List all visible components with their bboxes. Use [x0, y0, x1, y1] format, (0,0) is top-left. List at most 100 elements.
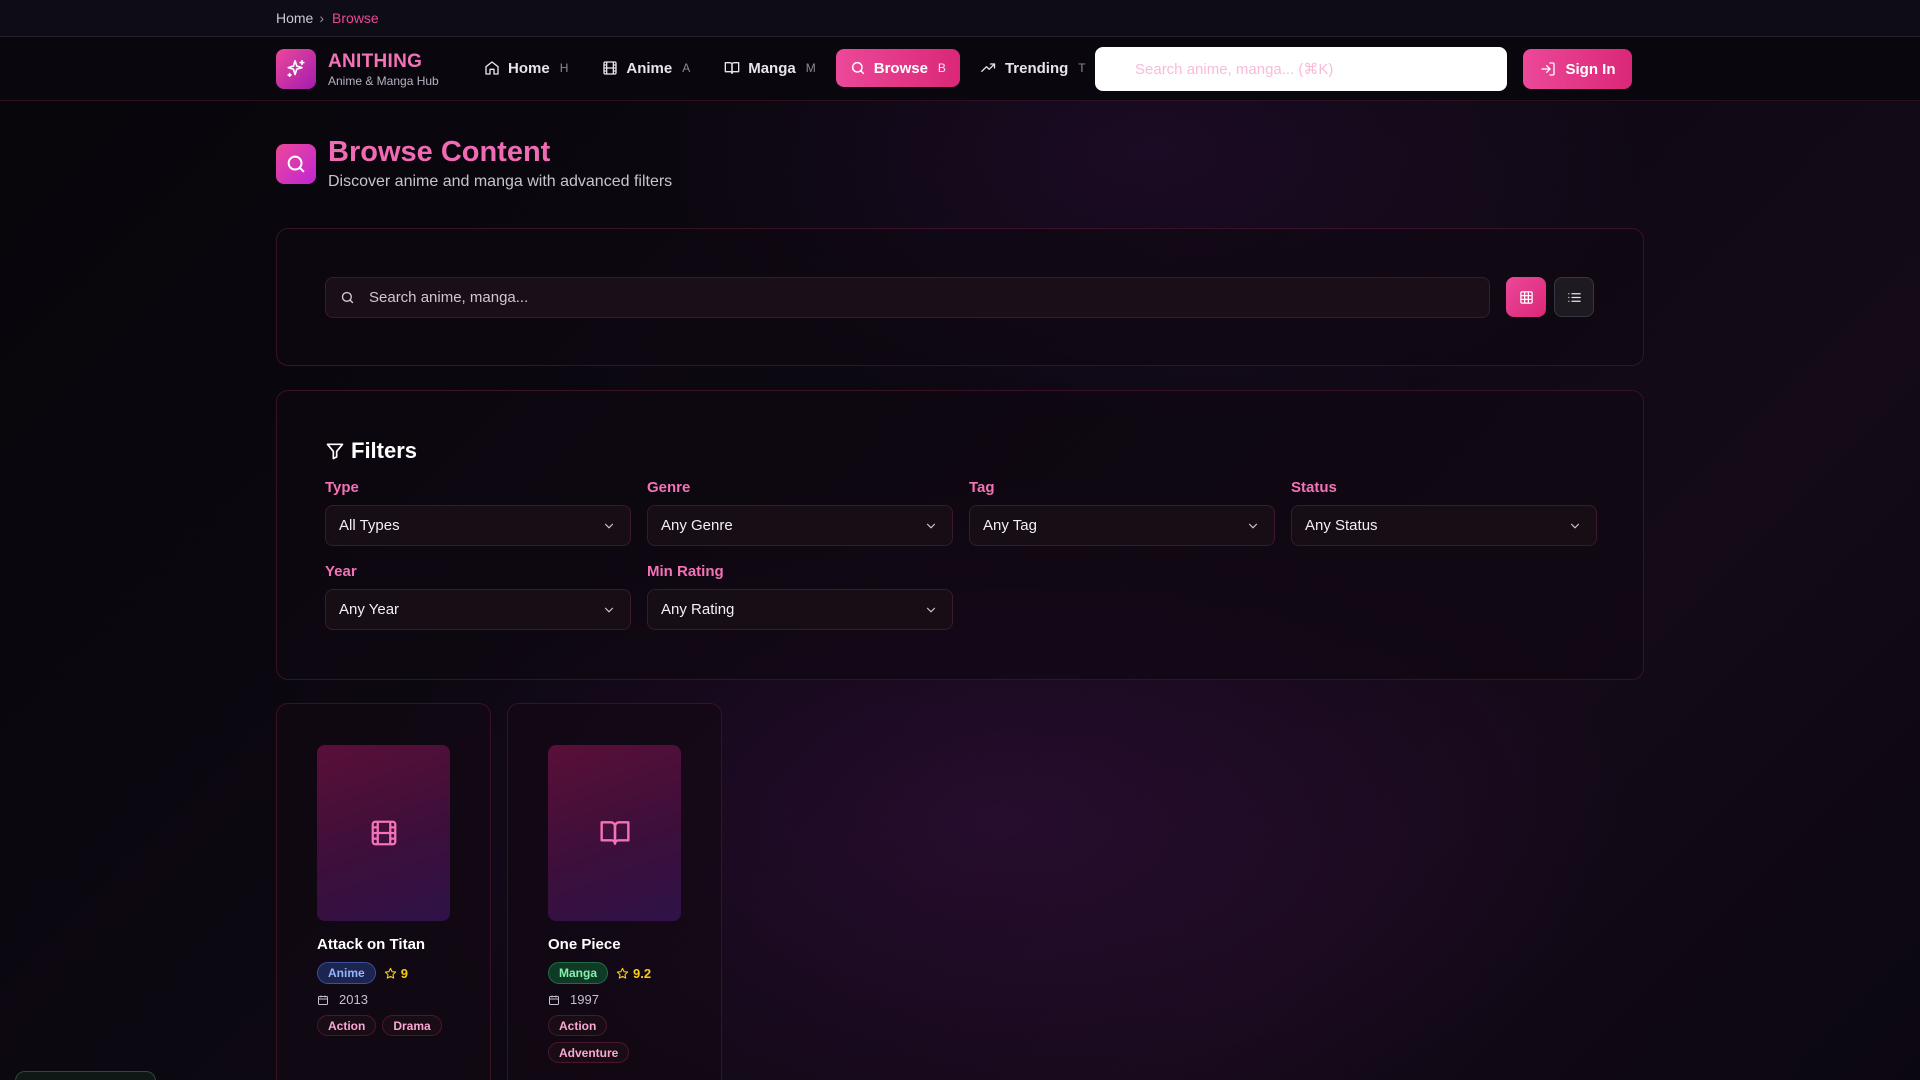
filter-label: Tag: [969, 479, 995, 496]
filter-label: Min Rating: [647, 563, 724, 580]
card-meta: Manga 9.2: [548, 962, 651, 984]
top-navbar: ANITHING Anime & Manga Hub Home H Anime …: [0, 37, 1920, 101]
content-search-input[interactable]: Search anime, manga...: [325, 277, 1490, 318]
card-year: 2013: [317, 992, 368, 1007]
film-icon: [371, 820, 396, 846]
nav-label: Manga: [748, 59, 796, 77]
nav-shortcut: A: [682, 61, 691, 75]
rating-value: 9.2: [633, 965, 652, 981]
type-filter: Type All Types: [325, 479, 631, 546]
type-badge: Manga: [548, 962, 609, 984]
card-meta: Anime 9: [317, 962, 408, 984]
book-open-icon: [599, 821, 630, 845]
nav-item-manga[interactable]: Manga M: [710, 49, 830, 87]
breadcrumb-home-link[interactable]: Home: [276, 10, 313, 26]
nav-item-home[interactable]: Home H: [470, 49, 582, 87]
search-icon: [851, 61, 864, 75]
calendar-icon: [549, 995, 559, 1005]
card-tags: Action Drama: [317, 1015, 457, 1036]
calendar-icon: [318, 995, 328, 1005]
card-tags: Action Adventure: [548, 1015, 688, 1063]
brand[interactable]: ANITHING Anime & Manga Hub: [328, 51, 439, 88]
nav-item-trending[interactable]: Trending T: [966, 49, 1100, 87]
nav-shortcut: B: [937, 61, 946, 75]
filter-label: Genre: [647, 479, 691, 496]
genre-tag[interactable]: Drama: [382, 1015, 442, 1036]
film-icon: [603, 61, 618, 75]
card-title[interactable]: Attack on Titan: [317, 936, 425, 953]
search-panel: Search anime, manga...: [276, 228, 1644, 366]
nav-item-browse[interactable]: Browse B: [835, 49, 960, 87]
filter-icon: [326, 443, 344, 460]
result-card[interactable]: One Piece Manga 9.2 1997 Action Adventur…: [507, 703, 722, 1080]
page-subtitle: Discover anime and manga with advanced f…: [328, 173, 673, 190]
breadcrumb-bar: Home › Browse: [0, 0, 1920, 37]
chevron-right-icon: ›: [319, 10, 325, 26]
star-icon: [384, 967, 396, 979]
nav-label: Home: [508, 59, 550, 77]
select-value: Any Status: [1305, 517, 1378, 534]
floating-widget[interactable]: [15, 1071, 156, 1080]
list-view-button[interactable]: [1554, 277, 1594, 317]
card-title[interactable]: One Piece: [548, 936, 621, 953]
genre-select[interactable]: Any Genre: [647, 505, 953, 546]
filter-label: Year: [325, 563, 357, 580]
select-value: Any Rating: [661, 601, 735, 618]
sign-in-label: Sign In: [1565, 60, 1616, 78]
header-search-input[interactable]: Search anime, manga... (⌘K): [1095, 47, 1507, 91]
chevron-down-icon: [1248, 523, 1258, 529]
cover-placeholder: [317, 745, 450, 921]
list-icon: [1567, 292, 1581, 302]
year-value: 2013: [339, 992, 368, 1007]
genre-filter: Genre Any Genre: [647, 479, 953, 546]
home-icon: [485, 61, 499, 75]
chevron-down-icon: [604, 607, 614, 613]
type-select[interactable]: All Types: [325, 505, 631, 546]
log-in-icon: [1540, 62, 1555, 76]
rating: 9: [384, 966, 408, 981]
year-value: 1997: [570, 992, 599, 1007]
select-value: Any Year: [339, 601, 400, 618]
trending-icon: [981, 63, 996, 72]
filters-panel: Filters Type All Types Genre Any Genre T…: [276, 390, 1644, 680]
nav-shortcut: M: [805, 61, 816, 75]
breadcrumb: Home › Browse: [276, 10, 379, 26]
nav-label: Browse: [873, 59, 928, 77]
nav-label: Trending: [1004, 59, 1069, 77]
chevron-down-icon: [926, 523, 936, 529]
select-value: All Types: [339, 517, 400, 534]
nav-label: Anime: [626, 59, 673, 77]
brand-tagline: Anime & Manga Hub: [328, 74, 439, 88]
star-icon: [616, 967, 629, 979]
nav-item-anime[interactable]: Anime A: [588, 49, 704, 87]
main-nav: Home H Anime A Manga M Browse B Trending…: [470, 49, 1100, 87]
filter-label: Type: [325, 479, 359, 496]
sign-in-button[interactable]: Sign In: [1523, 49, 1632, 89]
nav-shortcut: T: [1078, 61, 1086, 75]
select-value: Any Tag: [983, 517, 1037, 534]
search-icon: [341, 291, 354, 304]
result-card[interactable]: Attack on Titan Anime 9 2013 Action Dram…: [276, 703, 491, 1080]
card-year: 1997: [548, 992, 599, 1007]
tag-select[interactable]: Any Tag: [969, 505, 1275, 546]
min-rating-select[interactable]: Any Rating: [647, 589, 953, 630]
min-rating-filter: Min Rating Any Rating: [647, 563, 953, 630]
genre-tag[interactable]: Adventure: [548, 1042, 630, 1063]
tag-filter: Tag Any Tag: [969, 479, 1275, 546]
sparkles-logo-icon[interactable]: [276, 49, 316, 89]
filter-label: Status: [1291, 479, 1337, 496]
year-select[interactable]: Any Year: [325, 589, 631, 630]
genre-tag[interactable]: Action: [548, 1015, 608, 1036]
brand-name: ANITHING: [328, 51, 423, 72]
genre-tag[interactable]: Action: [317, 1015, 377, 1036]
status-select[interactable]: Any Status: [1291, 505, 1597, 546]
nav-shortcut: H: [559, 61, 569, 75]
grid-view-button[interactable]: [1506, 277, 1546, 317]
filters-heading: Filters: [325, 438, 417, 464]
breadcrumb-current: Browse: [332, 10, 379, 26]
rating: 9.2: [616, 966, 651, 981]
type-badge: Anime: [317, 962, 376, 984]
status-filter: Status Any Status: [1291, 479, 1597, 546]
search-icon: [276, 144, 316, 184]
search-placeholder: Search anime, manga...: [369, 289, 529, 306]
